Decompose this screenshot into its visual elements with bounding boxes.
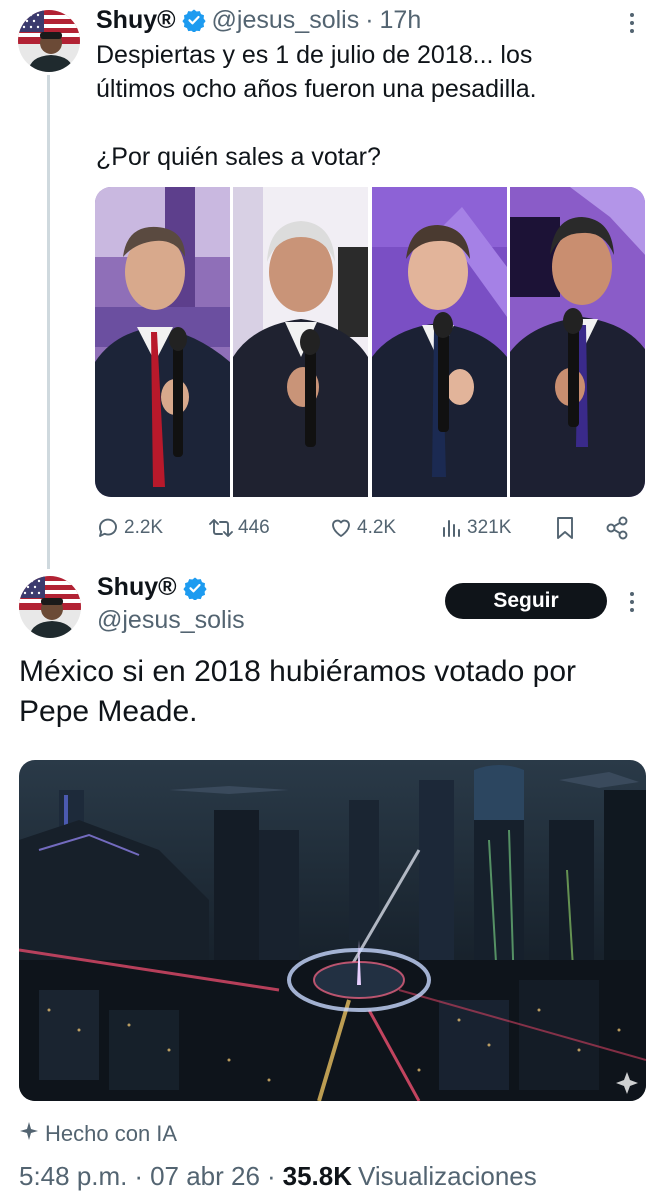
bookmark-button[interactable] — [554, 512, 576, 544]
debate-candidates-image[interactable] — [95, 187, 645, 497]
candidate-panel-1 — [95, 187, 230, 497]
follow-button[interactable]: Seguir — [445, 583, 607, 619]
thread-tweet-text: Despiertas y es 1 de julio de 2018... lo… — [96, 41, 537, 171]
retweet-icon — [208, 516, 234, 540]
views-button[interactable]: 321K — [441, 512, 511, 544]
reply-icon — [96, 516, 120, 540]
futuristic-city-image[interactable] — [19, 760, 646, 1101]
main-display-name[interactable]: Shuy® — [97, 573, 177, 602]
like-count: 4.2K — [357, 517, 397, 538]
main-display-name-row: Shuy® — [97, 573, 213, 602]
ai-label-text: Hecho con IA — [45, 1121, 178, 1146]
candidate-panel-3 — [371, 187, 507, 497]
retweet-button[interactable]: 446 — [208, 512, 270, 544]
tweet-time[interactable]: 5:48 p.m. — [19, 1161, 127, 1192]
views-count-total: 35.8K — [282, 1161, 353, 1191]
tweet-date[interactable]: 07 abr 26 — [150, 1161, 260, 1192]
candidate-panel-2 — [233, 187, 369, 497]
thread-tweet-header: Shuy® @jesus_solis · 17h — [96, 4, 421, 36]
main-tweet-text: México si en 2018 hubiéramos votado por … — [19, 655, 576, 728]
meta-separator: · — [266, 1161, 276, 1191]
meta-separator: · — [134, 1161, 144, 1191]
like-button[interactable]: 4.2K — [329, 512, 396, 544]
thread-action-bar: 2.2K 446 4.2K 321K — [96, 512, 636, 544]
reply-count: 2.2K — [124, 517, 164, 538]
main-handle[interactable]: @jesus_solis — [97, 606, 245, 635]
thread-avatar[interactable] — [18, 10, 80, 72]
share-button[interactable] — [604, 512, 630, 544]
candidate-panel-4 — [509, 187, 645, 497]
views-icon — [441, 516, 463, 540]
sparkle-icon — [19, 1121, 39, 1147]
thread-display-name[interactable]: Shuy® — [96, 6, 176, 35]
verified-badge-icon — [181, 8, 206, 33]
bookmark-icon — [554, 515, 576, 541]
share-icon — [604, 515, 630, 541]
main-avatar[interactable] — [19, 576, 81, 638]
verified-badge-icon — [182, 576, 207, 601]
thread-timestamp[interactable]: 17h — [380, 6, 422, 35]
tweet-meta: 5:48 p.m. · 07 abr 26 · 35.8K Visualizac… — [19, 1161, 537, 1192]
thread-handle[interactable]: @jesus_solis — [212, 6, 360, 35]
retweet-count: 446 — [238, 517, 270, 538]
views-count: 321K — [467, 517, 512, 538]
views-label: Visualizaciones — [358, 1161, 537, 1191]
thread-more-icon[interactable] — [622, 10, 642, 36]
ai-generated-label[interactable]: Hecho con IA — [19, 1121, 177, 1147]
thread-separator: · — [365, 5, 374, 34]
main-more-icon[interactable] — [622, 589, 642, 615]
like-icon — [329, 516, 353, 540]
thread-connector-line — [47, 75, 50, 569]
reply-button[interactable]: 2.2K — [96, 512, 163, 544]
